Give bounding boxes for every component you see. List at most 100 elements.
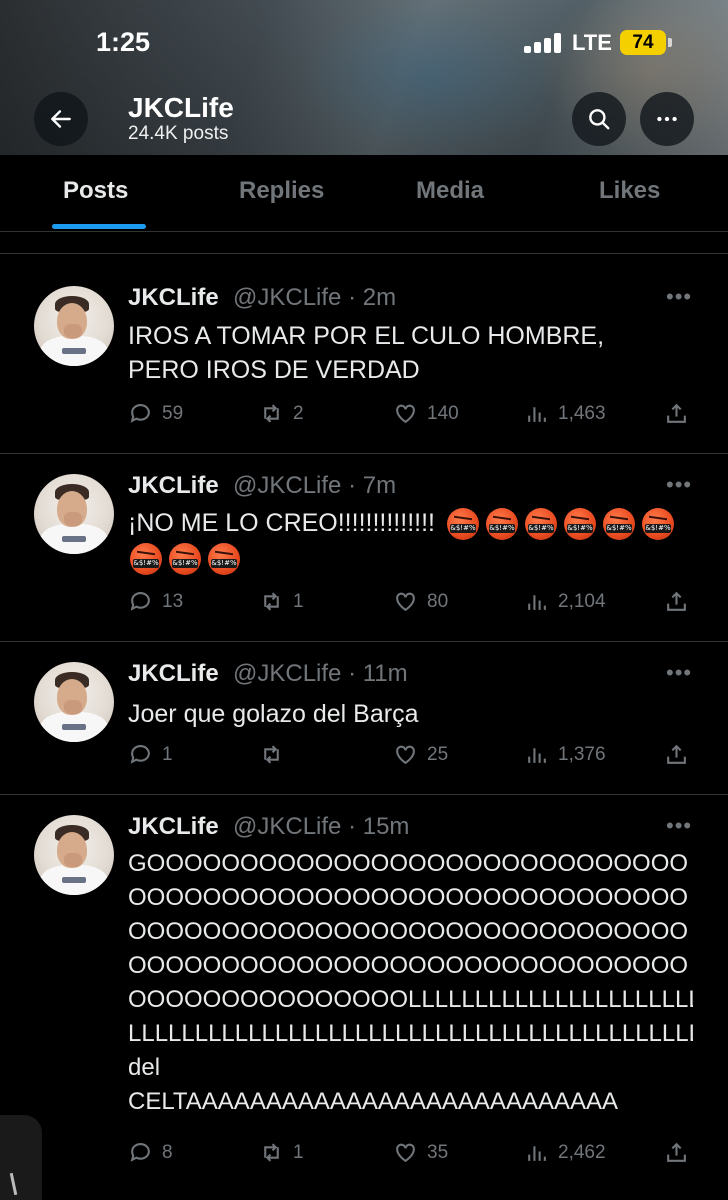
arrow-left-icon: [51, 110, 71, 128]
tweet-time[interactable]: 7m: [363, 472, 396, 499]
cursing-face-emoji: &$!#%: [603, 508, 635, 540]
retweet-button[interactable]: 2: [259, 401, 304, 426]
avatar[interactable]: [34, 662, 114, 742]
share-button[interactable]: [664, 589, 689, 614]
tweet-more-button[interactable]: •••: [666, 813, 692, 839]
tweet-text-line: OOOOOOOOOOOOOOOOOOOOOOOOOOOOOO: [128, 952, 689, 979]
retweet-icon: [264, 1143, 279, 1162]
emoji-row: &$!#% &$!#% &$!#%: [130, 543, 247, 575]
retweet-button[interactable]: 1: [259, 1140, 304, 1165]
tweet-item[interactable]: JKCLife @JKCLife · 7m ••• ¡NO ME LO CREO…: [0, 454, 728, 642]
tweet-author-name[interactable]: JKCLife: [128, 472, 219, 500]
heart-icon: [396, 1143, 415, 1163]
tweet-text-line: OOOOOOOOOOOOOOOOOOOOOOOOOOOOOO: [128, 884, 689, 911]
views-icon: [528, 1146, 546, 1161]
reply-icon: [130, 592, 150, 611]
avatar[interactable]: [34, 815, 114, 895]
cursing-face-emoji: &$!#%: [525, 508, 557, 540]
share-button[interactable]: [664, 1140, 689, 1165]
cursing-face-emoji: &$!#%: [208, 543, 240, 575]
views-icon: [528, 407, 546, 422]
back-button[interactable]: [34, 92, 88, 146]
tweet-handle[interactable]: @JKCLife: [233, 660, 341, 687]
tweet-text-line: GOOOOOOOOOOOOOOOOOOOOOOOOOOOOO: [128, 850, 689, 877]
edge-overlay: [0, 1115, 42, 1200]
tweet-meta: @JKCLife · 7m: [233, 472, 397, 499]
cursing-face-emoji: &$!#%: [447, 508, 479, 540]
share-button[interactable]: [664, 401, 689, 426]
like-button[interactable]: 80: [393, 589, 448, 614]
like-button[interactable]: 25: [393, 742, 448, 767]
tweet-actions: 1 25 1,376: [128, 742, 693, 772]
retweet-button[interactable]: [259, 742, 293, 767]
retweet-icon: [264, 404, 279, 423]
tweet-text-line: CELTAAAAAAAAAAAAAAAAAAAAAAAAAAA: [128, 1088, 618, 1115]
battery-nub-icon: [668, 38, 672, 47]
signal-icon: [524, 33, 564, 53]
tweet-handle[interactable]: @JKCLife: [233, 813, 341, 840]
tweet-text: IROS A TOMAR POR EL CULO HOMBRE, PERO IR…: [128, 322, 605, 384]
avatar[interactable]: [34, 474, 114, 554]
tweet-more-button[interactable]: •••: [666, 472, 692, 498]
tweet-item[interactable]: JKCLife @JKCLife · 2m ••• IROS A TOMAR P…: [0, 254, 728, 454]
more-icon: •••: [666, 660, 693, 685]
tweet-text-line: LLLLLLLLLLLLLLLLLLLLLLLLLLLLLLLLLLLLLLLL…: [128, 1020, 693, 1047]
tweet-actions: 59 2 140 1,463: [128, 401, 693, 431]
tab-replies[interactable]: Replies: [239, 177, 324, 205]
views-button[interactable]: 1,463: [524, 401, 606, 426]
reply-button[interactable]: 13: [128, 589, 183, 614]
views-button[interactable]: 2,104: [524, 589, 606, 614]
cursing-face-emoji: &$!#%: [130, 543, 162, 575]
heart-icon: [396, 404, 415, 424]
views-icon: [528, 595, 546, 610]
tab-likes[interactable]: Likes: [599, 177, 660, 205]
more-options-button[interactable]: [640, 92, 694, 146]
tweet-more-button[interactable]: •••: [666, 660, 692, 686]
tweet-text-line: del: [128, 1054, 161, 1081]
tweet-text: Joer que golazo del Barça: [128, 700, 419, 728]
reply-button[interactable]: 1: [128, 742, 173, 767]
like-button[interactable]: 35: [393, 1140, 448, 1165]
share-icon: [667, 591, 686, 611]
active-tab-indicator: [52, 224, 146, 229]
tweet-author-name[interactable]: JKCLife: [128, 813, 219, 841]
tweet-author-name[interactable]: JKCLife: [128, 284, 219, 312]
tweet-actions: 8 1 35 2,462: [128, 1140, 693, 1170]
retweet-button[interactable]: 1: [259, 589, 304, 614]
profile-header: 1:25 LTE 74 JKCLife 24.4K posts: [0, 0, 728, 155]
tweet-more-button[interactable]: •••: [666, 284, 692, 310]
tab-media[interactable]: Media: [416, 177, 484, 205]
tweet-text-line: OOOOOOOOOOOOOOOOOOOOOOOOOOOOOO: [128, 918, 689, 945]
tweet-time[interactable]: 2m: [363, 284, 396, 311]
tweet-meta: @JKCLife · 15m: [233, 813, 410, 840]
views-button[interactable]: 2,462: [524, 1140, 606, 1165]
cursing-face-emoji: &$!#%: [486, 508, 518, 540]
tweet-time[interactable]: 15m: [363, 813, 410, 840]
emoji-row: &$!#% &$!#% &$!#% &$!#% &$!#% &$!#%: [447, 508, 681, 540]
status-time: 1:25: [96, 27, 151, 57]
reply-button[interactable]: 8: [128, 1140, 173, 1165]
tweet-author-name[interactable]: JKCLife: [128, 660, 219, 688]
tab-posts[interactable]: Posts: [63, 177, 128, 205]
like-button[interactable]: 140: [393, 401, 459, 426]
tweet-text: GOOOOOOOOOOOOOOOOOOOOOOOOOOOOO OOOOOOOOO…: [128, 847, 693, 1119]
tweet-actions: 13 1 80 2,104: [128, 589, 693, 619]
avatar[interactable]: [34, 286, 114, 366]
tweet-item[interactable]: JKCLife @JKCLife · 15m ••• GOOOOOOOOOOOO…: [0, 795, 728, 1200]
views-button[interactable]: 1,376: [524, 742, 606, 767]
more-icon: •••: [666, 472, 693, 497]
tweet-time[interactable]: 11m: [363, 660, 408, 687]
more-icon: •••: [666, 284, 693, 309]
share-icon: [667, 744, 686, 764]
share-icon: [667, 1142, 686, 1162]
tweet-handle[interactable]: @JKCLife: [233, 284, 341, 311]
tweet-item[interactable]: JKCLife @JKCLife · 11m ••• Joer que gola…: [0, 642, 728, 795]
profile-name: JKCLife: [128, 92, 234, 123]
tweet-handle[interactable]: @JKCLife: [233, 472, 341, 499]
tweet-text-line: OOOOOOOOOOOOOOOLLLLLLLLLLLLLLLLLLLLLL: [128, 986, 693, 1013]
search-button[interactable]: [572, 92, 626, 146]
reply-button[interactable]: 59: [128, 401, 183, 426]
share-button[interactable]: [664, 742, 689, 767]
retweet-icon: [264, 592, 279, 611]
tweet-meta: @JKCLife · 11m: [233, 660, 408, 687]
